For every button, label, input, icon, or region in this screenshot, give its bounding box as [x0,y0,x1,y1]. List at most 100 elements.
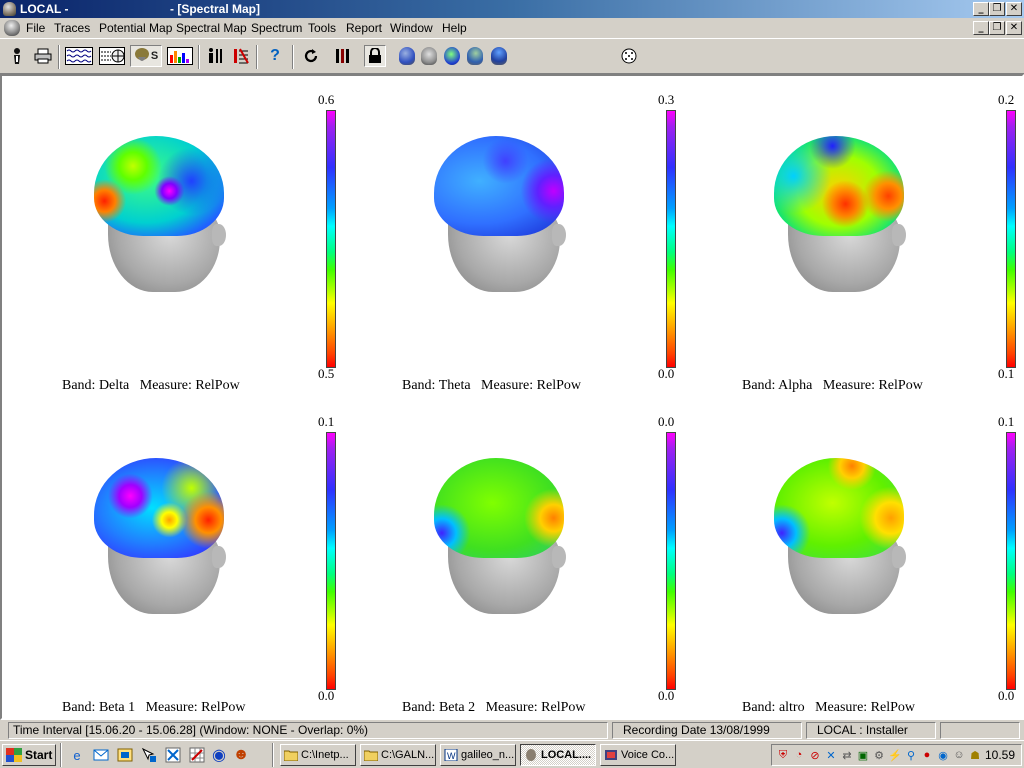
eeg-person-icon[interactable] [6,45,28,67]
scale-max-label: 0.6 [318,92,335,107]
grid-tool-icon[interactable] [188,746,206,764]
task-label: galileo_n... [461,749,515,761]
menu-bar: File Traces Potential Map Spectral Map S… [0,18,1024,38]
traces-view-icon[interactable] [64,45,94,67]
title-bar[interactable]: LOCAL - - [Spectral Map] _ ❐ ✕ [0,0,1024,18]
show-desktop-icon[interactable] [116,746,134,764]
toolbar-separator [292,45,294,69]
eye-icon[interactable]: ◉ [210,746,228,764]
menu-spectral-map[interactable]: Spectral Map [176,21,247,35]
head-back-icon[interactable] [488,45,510,67]
restore-button[interactable]: ❐ [989,2,1005,16]
map-panel-beta-1: 0.1 0.0 Band: Beta 1 Measure: RelPow [12,398,352,720]
menu-file[interactable]: File [26,21,45,35]
events-icon[interactable] [230,45,252,67]
status-bar: Time Interval [15.06.20 - 15.06.28] (Win… [0,721,1024,740]
spectrum-view-icon[interactable] [166,45,194,67]
electrode-person-icon[interactable] [204,45,226,67]
no-entry-icon[interactable]: ⊘ [808,748,822,762]
bars-icon[interactable] [332,45,354,67]
tools-icon[interactable]: ✕ [824,748,838,762]
map-panel-theta: 0.3 0.0 Band: Theta Measure: RelPow [352,76,692,398]
task-galileo-doc[interactable]: W galileo_n... [440,744,516,766]
task-galn-folder[interactable]: C:\GALN... [360,744,436,766]
windows-logo-icon [6,748,22,762]
head-map[interactable] [764,438,924,620]
cursor-tool-icon[interactable] [140,746,158,764]
map-caption: Band: Delta Measure: RelPow [62,378,240,393]
color-scale-bar [326,110,336,368]
internet-explorer-icon[interactable]: e [68,746,86,764]
head-front-icon[interactable] [418,45,440,67]
scale-max-label: 0.0 [658,414,675,429]
start-label: Start [25,748,53,762]
head-left-icon[interactable] [396,45,418,67]
head-map[interactable] [424,116,584,298]
task-voice-command[interactable]: Voice Co... [600,744,676,766]
eye-tray-icon[interactable]: ◉ [936,748,950,762]
monitor-icon[interactable]: ▣ [856,748,870,762]
runner-icon[interactable]: ☻ [232,746,250,764]
task-inetpub-folder[interactable]: C:\Inetp... [280,744,356,766]
status-empty-pane [940,722,1020,739]
task-label: LOCAL.... [541,749,592,761]
clock[interactable]: 10.59 [985,748,1015,762]
scalp-map [434,458,564,558]
alarm-icon[interactable]: ◔ [792,748,806,762]
user-icon[interactable]: ☺ [952,748,966,762]
head-right-icon[interactable] [464,45,486,67]
toolbar-separator [198,45,200,69]
shield-icon[interactable]: ⛨ [776,748,790,762]
app-icon[interactable] [3,2,16,16]
map-panel-altro: 0.1 0.0 Band: altro Measure: RelPow [692,398,1024,720]
app-tray-icon[interactable]: ☗ [968,748,982,762]
network-icon[interactable]: ⇄ [840,748,854,762]
mdi-minimize-button[interactable]: _ [973,21,989,35]
menu-tools[interactable]: Tools [308,21,336,35]
head-map[interactable] [84,116,244,298]
mdi-close-button[interactable]: ✕ [1006,21,1022,35]
system-tray: ⛨ ◔ ⊘ ✕ ⇄ ▣ ⚙ ⚡ ⚲ ● ◉ ☺ ☗ 10.59 [771,744,1022,766]
head-top-icon[interactable] [441,45,463,67]
status-icon[interactable]: ● [920,748,934,762]
menu-potential-map[interactable]: Potential Map [99,21,172,35]
svg-text:W: W [447,751,456,761]
start-button[interactable]: Start [2,744,56,766]
head-map[interactable] [424,438,584,620]
map-panel-alpha: 0.2 0.1 Band: Alpha Measure: RelPow [692,76,1024,398]
toolbar-separator [58,45,60,69]
refresh-icon[interactable] [300,45,322,67]
scale-max-label: 0.1 [998,414,1015,429]
menu-report[interactable]: Report [346,21,382,35]
menu-window[interactable]: Window [390,21,433,35]
task-local-app[interactable]: LOCAL.... [520,744,596,766]
map-caption: Band: Beta 2 Measure: RelPow [402,700,586,715]
lock-icon[interactable] [364,45,386,67]
toolbar-separator [256,45,258,69]
search-icon[interactable]: ⚲ [904,748,918,762]
folder-icon [284,750,298,761]
menu-spectrum[interactable]: Spectrum [251,21,302,35]
hardware-icon[interactable]: ⚙ [872,748,886,762]
network-tool-icon[interactable] [164,746,182,764]
outlook-icon[interactable] [92,746,110,764]
folder-icon [364,750,378,761]
document-icon[interactable] [4,20,20,36]
scalp-map [434,136,564,236]
menu-traces[interactable]: Traces [54,21,90,35]
menu-help[interactable]: Help [442,21,467,35]
electrode-cap-icon[interactable] [618,45,640,67]
close-button[interactable]: ✕ [1006,2,1022,16]
minimize-button[interactable]: _ [973,2,989,16]
head-map[interactable] [764,116,924,298]
head-map[interactable] [84,438,244,620]
print-icon[interactable] [32,45,54,67]
mdi-restore-button[interactable]: ❐ [989,21,1005,35]
plug-icon[interactable]: ⚡ [888,748,902,762]
toolbar: S ? [0,38,1024,104]
scalp-map [774,458,904,558]
color-scale-bar [666,432,676,690]
montage-view-icon[interactable] [98,45,126,67]
help-icon[interactable]: ? [264,45,286,67]
spectral-map-icon[interactable]: S [130,45,162,67]
